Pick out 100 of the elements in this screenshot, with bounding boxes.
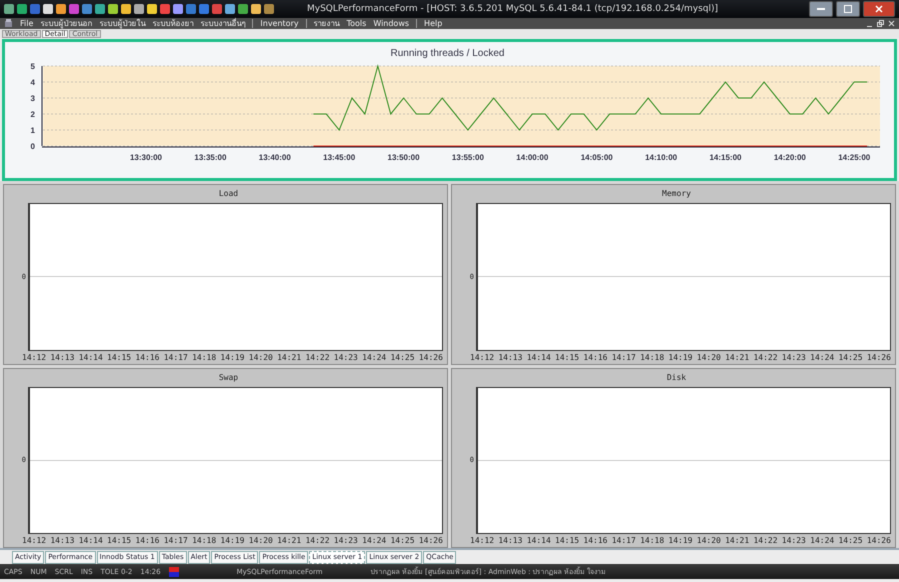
menu-item[interactable]: ระบบห้องยา xyxy=(152,17,194,30)
chart-title: Load xyxy=(218,189,240,198)
x-tick-label: 14:12 xyxy=(470,352,494,362)
x-tick-label: 14:17 xyxy=(612,536,636,545)
x-tick-label: 14:13 xyxy=(498,536,522,545)
x-tick-label: 14:18 xyxy=(640,536,664,545)
x-tick-label: 13:50:00 xyxy=(388,153,420,162)
x-tick-label: 14:16 xyxy=(135,536,160,545)
x-tick-label: 14:21 xyxy=(277,536,302,545)
x-tick-label: 14:23 xyxy=(782,352,806,362)
x-tick-label: 14:05:00 xyxy=(580,153,613,162)
x-tick-label: 14:19 xyxy=(668,352,692,362)
x-tick-label: 14:24 xyxy=(810,536,834,545)
x-tick-label: 14:00:00 xyxy=(516,153,548,162)
y-tick-label: 0 xyxy=(30,142,35,151)
x-tick-label: 14:16 xyxy=(135,352,160,362)
x-tick-label: 14:25 xyxy=(838,536,863,545)
x-tick-label: 14:25:00 xyxy=(838,153,870,162)
x-tick-label: 14:15 xyxy=(555,352,580,362)
x-tick-label: 14:10:00 xyxy=(645,153,678,162)
y-tick-label: 3 xyxy=(30,94,35,103)
x-tick-label: 14:26 xyxy=(418,536,443,545)
x-tick-label: 14:18 xyxy=(192,352,216,362)
chart-title: Running threads / Locked xyxy=(390,48,504,59)
x-tick-label: 14:25 xyxy=(390,536,415,545)
x-tick-label: 14:21 xyxy=(277,352,302,362)
flag-icon xyxy=(168,566,179,576)
x-tick-label: 14:13 xyxy=(50,352,74,362)
x-tick-label: 14:14 xyxy=(526,352,551,362)
x-tick-label: 14:26 xyxy=(418,352,443,362)
x-tick-label: 14:26 xyxy=(866,536,891,545)
close-icon[interactable] xyxy=(863,1,895,17)
x-tick-label: 14:22 xyxy=(305,536,330,545)
menu-item[interactable]: Help xyxy=(424,19,442,28)
x-tick-label: 13:35:00 xyxy=(194,153,226,162)
x-tick-label: 14:13 xyxy=(50,536,74,545)
maximize-icon[interactable] xyxy=(836,1,860,17)
x-tick-label: 14:22 xyxy=(753,536,778,545)
x-tick-label: 14:14 xyxy=(78,536,103,545)
x-tick-label: 14:18 xyxy=(192,536,216,545)
x-tick-label: 14:15 xyxy=(107,352,132,362)
x-tick-label: 14:15 xyxy=(107,536,132,545)
menu-item[interactable]: Windows xyxy=(373,19,410,28)
x-tick-label: 14:24 xyxy=(810,352,834,362)
chart-title: Swap xyxy=(218,372,240,382)
x-tick-label: 14:14 xyxy=(526,536,551,545)
x-tick-label: 14:14 xyxy=(78,352,103,362)
x-tick-label: 14:21 xyxy=(725,536,750,545)
menu-item[interactable]: ระบบผู้ป่วยใน xyxy=(99,17,146,30)
x-tick-label: 14:19 xyxy=(220,352,244,362)
x-tick-label: 14:17 xyxy=(164,536,188,545)
minimize-icon[interactable] xyxy=(809,1,833,17)
y-tick-label: 2 xyxy=(30,110,35,119)
x-tick-label: 14:20 xyxy=(696,536,721,545)
x-tick-label: 14:12 xyxy=(470,536,494,545)
menu-item[interactable]: ระบบผู้ป่วยนอก xyxy=(40,17,92,30)
menu-item[interactable]: Inventory xyxy=(260,19,299,28)
x-tick-label: 14:16 xyxy=(583,352,608,362)
x-tick-label: 13:40:00 xyxy=(258,153,291,162)
menu-item[interactable]: Tools xyxy=(346,19,366,28)
restore-icon[interactable] xyxy=(877,20,884,28)
x-tick-label: 14:25 xyxy=(838,352,863,362)
x-tick-label: 14:25 xyxy=(390,352,415,362)
x-tick-label: 14:23 xyxy=(782,536,806,545)
x-tick-label: 14:23 xyxy=(334,536,358,545)
x-tick-label: 14:20:00 xyxy=(774,153,806,162)
x-tick-label: 14:19 xyxy=(668,536,692,545)
y-tick-label: 1 xyxy=(30,126,35,135)
window-title: MySQLPerformanceForm - [HOST: 3.6.5.201 MySQL 5.6.41-84.1 (tcp/192.168.0.254/mysql)] xyxy=(307,4,720,14)
x-tick-label: 14:20 xyxy=(696,352,721,362)
menu-item[interactable]: รายงาน xyxy=(314,17,340,30)
x-tick-label: 14:20 xyxy=(248,536,273,545)
x-tick-label: 14:17 xyxy=(612,352,636,362)
x-tick-label: 14:12 xyxy=(22,536,46,545)
x-tick-label: 14:15 xyxy=(555,536,580,545)
x-tick-label: 14:24 xyxy=(362,352,386,362)
x-tick-label: 14:15:00 xyxy=(709,153,742,162)
app-icon xyxy=(4,19,13,28)
x-tick-label: 13:30:00 xyxy=(130,153,162,162)
x-tick-label: 14:22 xyxy=(305,352,330,362)
y-tick-label: 4 xyxy=(30,78,35,87)
menu-item[interactable]: File xyxy=(20,19,34,28)
x-tick-label: 13:55:00 xyxy=(452,153,484,162)
chart-title: Memory xyxy=(661,189,692,198)
x-tick-label: 14:19 xyxy=(220,536,244,545)
chart-title: Disk xyxy=(666,372,688,382)
x-tick-label: 14:12 xyxy=(22,352,46,362)
x-tick-label: 14:18 xyxy=(640,352,664,362)
x-tick-label: 14:22 xyxy=(753,352,778,362)
x-tick-label: 14:16 xyxy=(583,536,608,545)
x-tick-label: 14:20 xyxy=(248,352,273,362)
x-tick-label: 14:21 xyxy=(725,352,750,362)
x-tick-label: 13:45:00 xyxy=(323,153,356,162)
x-tick-label: 14:26 xyxy=(866,352,891,362)
x-tick-label: 14:13 xyxy=(498,352,522,362)
x-tick-label: 14:24 xyxy=(362,536,386,545)
x-tick-label: 14:17 xyxy=(164,352,188,362)
x-tick-label: 14:23 xyxy=(334,352,358,362)
y-tick-label: 5 xyxy=(30,62,35,71)
menu-item[interactable]: ระบบงานอื่นๆ xyxy=(200,17,246,30)
